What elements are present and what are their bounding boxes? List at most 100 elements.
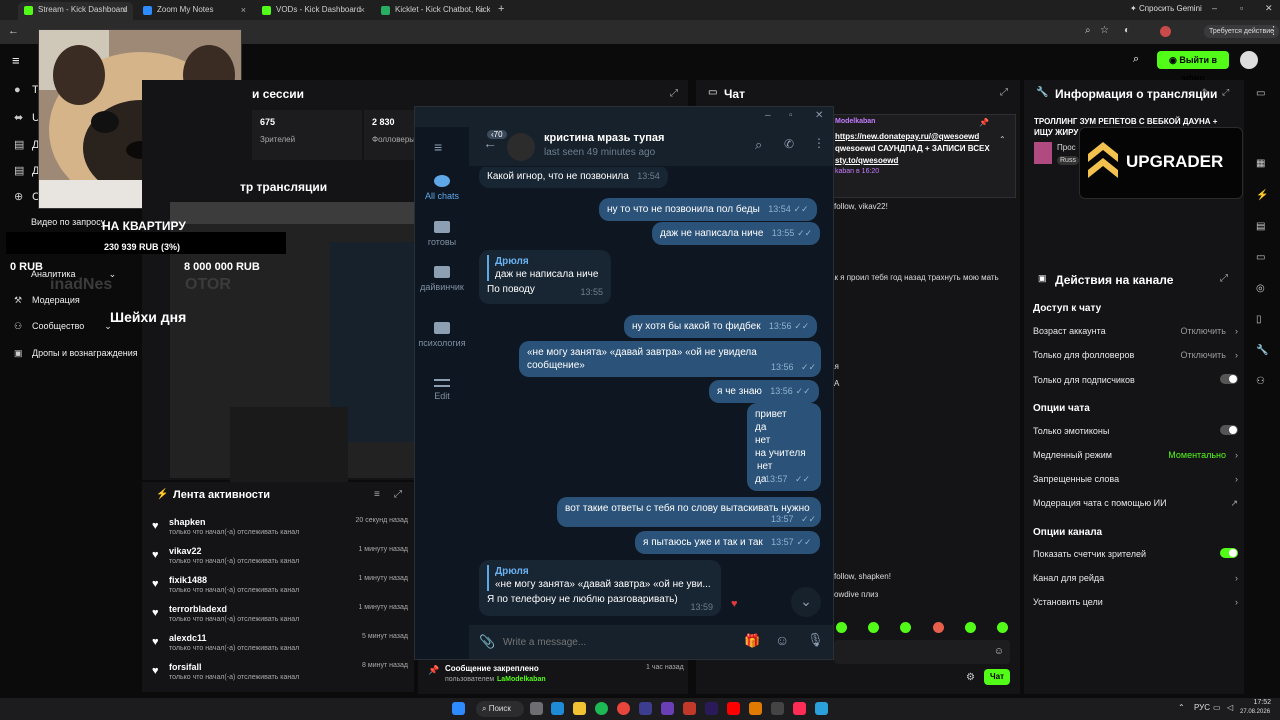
app-icon[interactable] — [661, 702, 674, 715]
people-icon[interactable]: ⚇ — [1256, 376, 1265, 387]
app-icon[interactable] — [749, 702, 762, 715]
slow-mode-row[interactable]: Медленный режим Моментально › — [1033, 450, 1238, 460]
profile-icon[interactable] — [1160, 26, 1171, 37]
folder-all-chats[interactable]: All chats — [415, 175, 469, 201]
obs-icon[interactable] — [639, 702, 652, 715]
minimize-icon[interactable]: – — [765, 110, 771, 121]
go-live-button[interactable]: ◉ Выйти в эфир — [1157, 51, 1229, 83]
emoji-icon[interactable]: ☺ — [994, 646, 1004, 657]
edge-icon[interactable] — [551, 702, 564, 715]
settings-icon[interactable]: ⚙ — [966, 672, 975, 683]
start-icon[interactable] — [452, 702, 465, 715]
browser-menu-icon[interactable]: ⋮ — [1268, 24, 1279, 37]
volume-icon[interactable]: ◁ — [1227, 703, 1233, 712]
emote-icon[interactable] — [933, 622, 944, 633]
tray-chevron-icon[interactable]: ⌃ — [1178, 703, 1185, 712]
phone-icon[interactable]: ✆ — [784, 137, 794, 151]
tab-stream[interactable]: Stream - Kick Dashboard × — [18, 2, 133, 20]
emote-icon[interactable] — [965, 622, 976, 633]
close-icon[interactable]: × — [241, 2, 246, 18]
window-close-icon[interactable]: ✕ — [1265, 3, 1273, 14]
folder-edit[interactable]: Edit — [415, 379, 469, 401]
ai-moderation-row[interactable]: Модерация чата с помощью ИИ ↗ — [1033, 498, 1238, 508]
tab-vods[interactable]: VODs - Kick Dashboard × — [256, 2, 371, 20]
expand-icon[interactable]: ⤢ — [1000, 87, 1008, 98]
message[interactable]: даж не написала ниче 13:55 ✓✓ — [652, 222, 821, 245]
tab-kicklet[interactable]: Kicklet - Kick Chatbot, Kick Wi× — [375, 2, 490, 20]
close-icon[interactable]: × — [360, 2, 365, 18]
emote-icon[interactable] — [900, 622, 911, 633]
sidebar-item-moderation[interactable]: ⚒ Модерация — [14, 295, 80, 306]
telegram-icon[interactable] — [815, 702, 828, 715]
search-icon[interactable]: ⌕ — [755, 137, 762, 153]
message[interactable]: ну хотя бы какой то фидбек 13:56 ✓✓ — [624, 315, 818, 338]
clock-time[interactable]: 17:52 — [1243, 699, 1271, 706]
youtube-icon[interactable] — [727, 702, 740, 715]
chrome-icon[interactable] — [617, 702, 630, 715]
message-input[interactable] — [503, 631, 723, 653]
message[interactable]: я пытаюсь уже и так и так 13:57 ✓✓ — [635, 531, 820, 554]
chat-send-button[interactable]: Чат — [984, 669, 1010, 685]
attach-icon[interactable]: 📎 — [479, 634, 495, 650]
close-icon[interactable]: ✕ — [815, 110, 823, 121]
emote-icon[interactable] — [868, 622, 879, 633]
message-multiline[interactable]: привет да нет на учителя нет да 13:57 ✓✓ — [747, 403, 821, 491]
expand-icon[interactable]: ⤢ — [670, 88, 678, 99]
pin-icon[interactable]: 📌 — [979, 118, 989, 127]
message[interactable]: я че знаю 13:56 ✓✓ — [709, 380, 819, 403]
doc-icon[interactable]: ▯ — [1256, 314, 1262, 325]
message[interactable]: вот такие ответы с тебя по слову вытаски… — [557, 497, 821, 527]
network-icon[interactable]: ▭ — [1213, 703, 1221, 712]
message[interactable]: «не могу занята» «давай завтра» «ой не у… — [519, 341, 821, 377]
target-icon[interactable]: ◎ — [1256, 283, 1265, 294]
message-reply[interactable]: Дрюля «не могу занята» «давай завтра» «ой… — [479, 560, 738, 616]
scroll-down-icon[interactable]: ⌄ — [791, 587, 821, 617]
lang-indicator[interactable]: РУС — [1194, 703, 1210, 712]
sidebar-item-5[interactable]: ⊕ С — [14, 190, 40, 203]
sidebar-item-vod[interactable]: Видео по запросу — [31, 217, 105, 227]
chat-input[interactable]: ☺ — [834, 640, 1010, 664]
task-view-icon[interactable] — [530, 702, 543, 715]
audition-icon[interactable] — [705, 702, 718, 715]
account-age-row[interactable]: Возраст аккаунта Отключить › — [1033, 326, 1238, 336]
chat-icon[interactable]: ▭ — [1256, 252, 1265, 263]
filter-icon[interactable]: ≡ — [374, 489, 380, 500]
message[interactable]: ну то что не позвонила пол беды 13:54 ✓✓ — [599, 198, 817, 221]
gemini-button[interactable]: ✦ Спросить Gemini — [1130, 4, 1202, 13]
expand-icon[interactable]: ⤢ — [1222, 87, 1229, 98]
subs-only-toggle[interactable] — [1220, 374, 1238, 384]
edit-icon[interactable]: ✎ — [1202, 87, 1210, 98]
sidebar-item-4[interactable]: ▤ Д — [14, 164, 39, 177]
sidebar-item-3[interactable]: ▤ Д — [14, 138, 39, 151]
raid-row[interactable]: Канал для рейда › — [1033, 573, 1238, 583]
steam-icon[interactable] — [771, 702, 784, 715]
folder-psychology[interactable]: психология — [415, 322, 469, 349]
more-icon[interactable]: ⋮ — [813, 136, 825, 150]
list-icon[interactable]: ▤ — [1256, 221, 1265, 232]
banned-words-row[interactable]: Запрещенные слова › — [1033, 474, 1238, 484]
expand-icon[interactable]: ⤢ — [1220, 273, 1228, 284]
spotify-icon[interactable] — [595, 702, 608, 715]
emoji-icon[interactable]: ☺ — [775, 632, 789, 648]
tab-zoom[interactable]: Zoom My Notes × — [137, 2, 252, 20]
hamburger-icon[interactable]: ≡ — [12, 53, 20, 68]
app-icon[interactable] — [793, 702, 806, 715]
taskbar-search[interactable]: ⌕ Поиск — [476, 701, 524, 717]
explorer-icon[interactable] — [573, 702, 586, 715]
maximize-icon[interactable]: ▫ — [1240, 3, 1243, 13]
emote-icon[interactable] — [997, 622, 1008, 633]
message[interactable]: Какой игнор, что не позвонила 13:54 — [479, 167, 668, 188]
chevron-up-icon[interactable]: ⌃ — [999, 135, 1006, 144]
zoom-lens-icon[interactable]: ⌕ — [1085, 25, 1091, 36]
search-icon[interactable]: ⌕ — [1133, 53, 1139, 66]
show-viewers-toggle[interactable] — [1220, 548, 1238, 558]
avatar[interactable] — [1240, 51, 1258, 69]
heart-reaction-icon[interactable]: ♥ — [731, 598, 738, 611]
emote-bar[interactable] — [836, 622, 1016, 634]
folder-dive[interactable]: дайвинчик — [415, 266, 469, 293]
minimize-icon[interactable]: – — [1212, 3, 1217, 13]
back-icon[interactable]: ← — [8, 25, 19, 37]
hamburger-icon[interactable]: ≡ — [434, 139, 442, 155]
sidebar-item-drops[interactable]: ▣ Дропы и вознаграждения — [14, 348, 138, 359]
extension-icon[interactable]: ◐ — [1124, 25, 1130, 36]
